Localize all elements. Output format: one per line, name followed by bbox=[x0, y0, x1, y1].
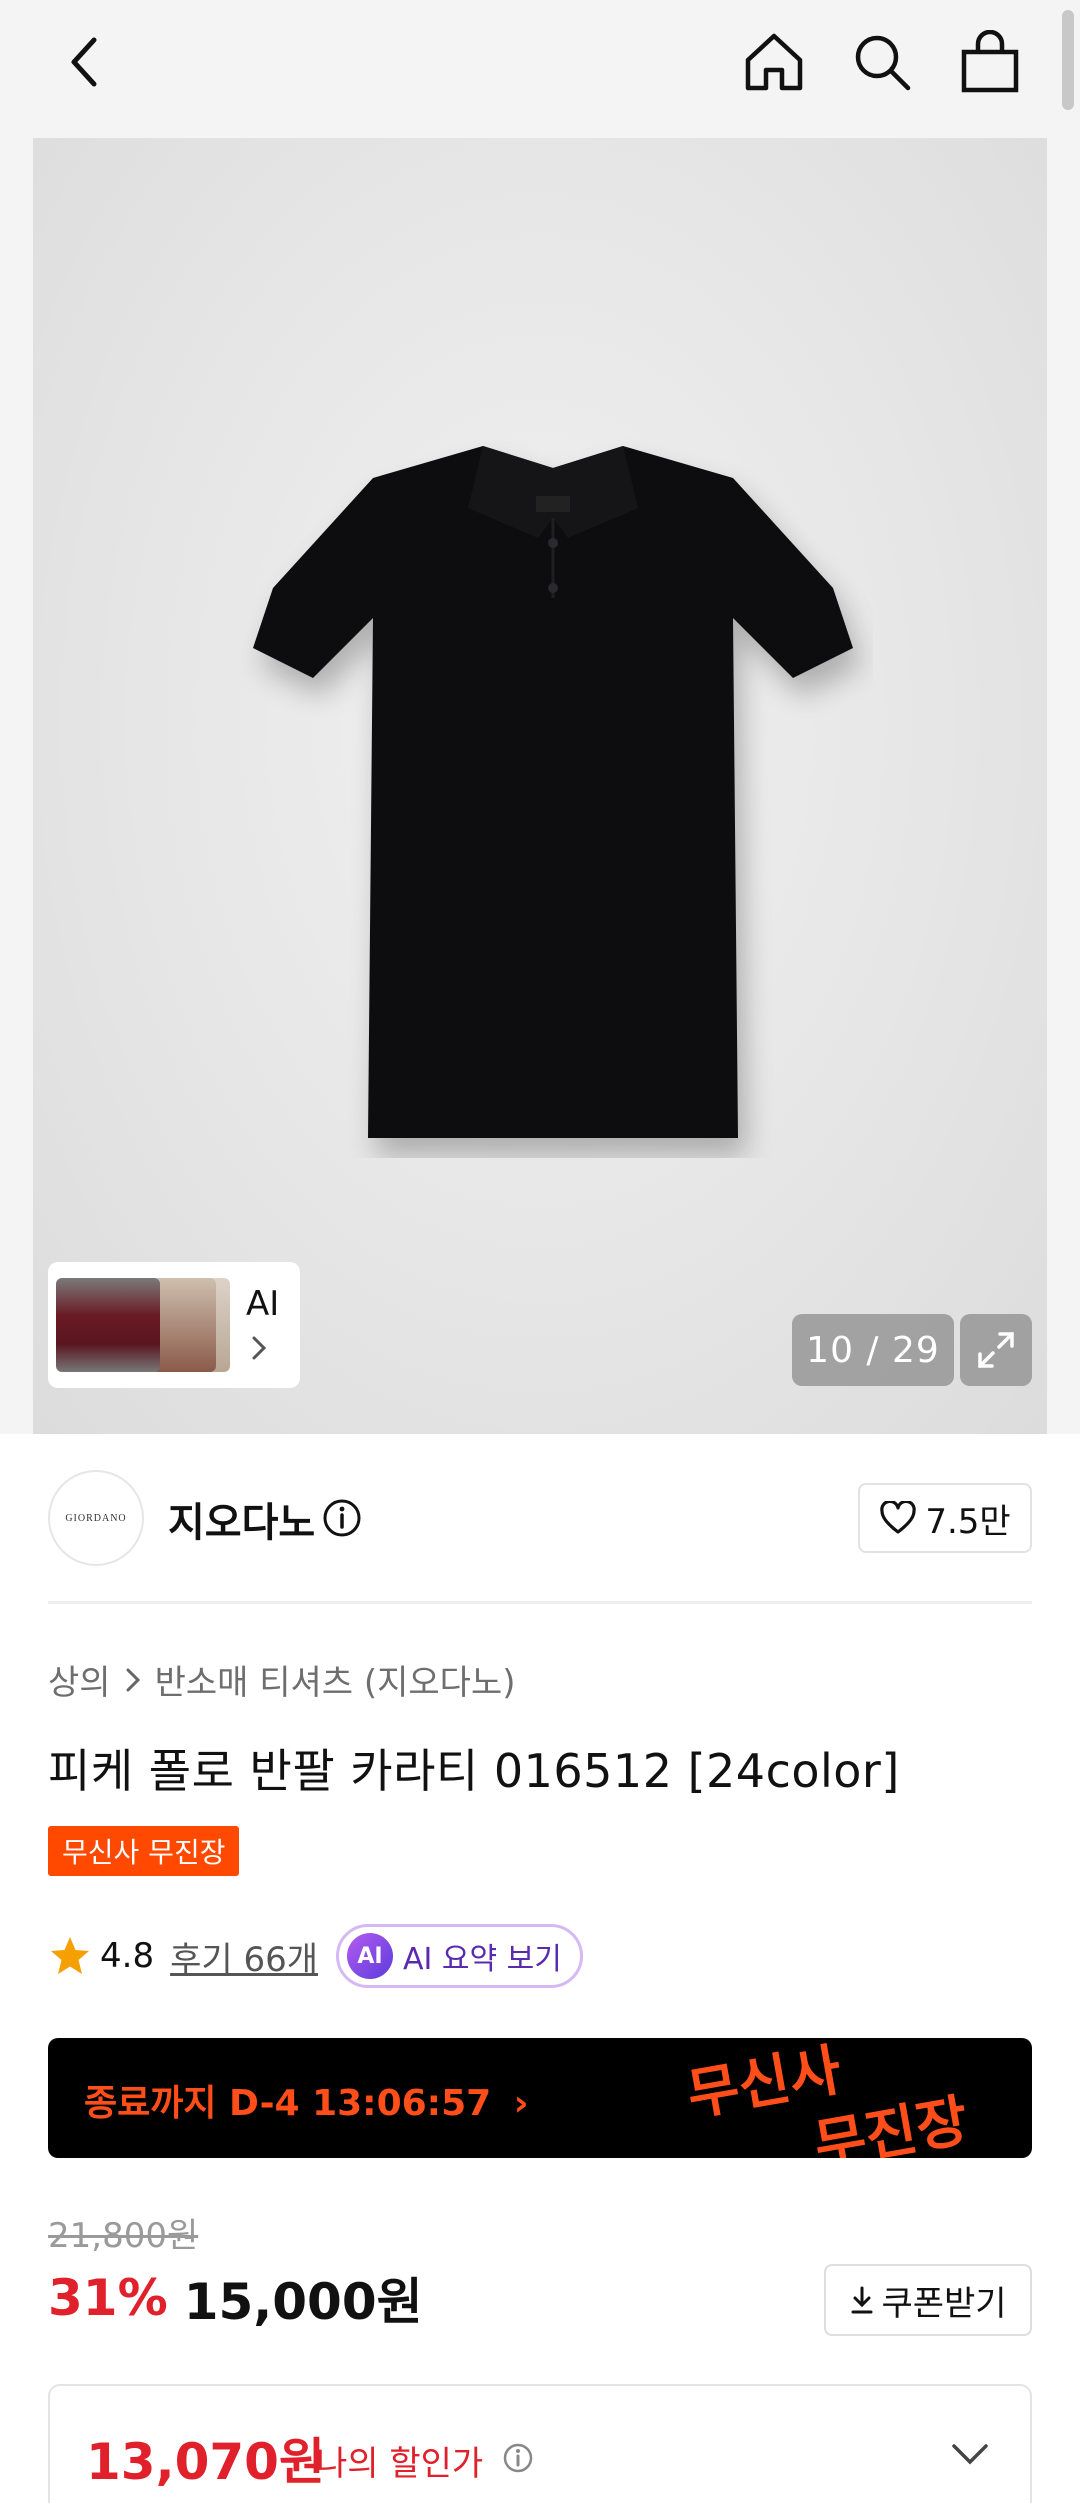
download-icon bbox=[851, 2286, 873, 2314]
brand-row: GIORDANO 지오다노 7.5만 bbox=[48, 1470, 1032, 1566]
coupon-label: 쿠폰받기 bbox=[881, 2283, 1007, 2324]
ai-thumbnail-stack bbox=[56, 1270, 236, 1380]
ai-summary-label: AI 요약 보기 bbox=[403, 1942, 562, 1977]
ai-styling-card[interactable]: AI bbox=[48, 1262, 300, 1388]
my-discount-label: 나의 할인가 bbox=[316, 2444, 484, 2484]
chevron-right-icon bbox=[126, 1668, 140, 1691]
like-count: 7.5만 bbox=[925, 1501, 1011, 1542]
product-image[interactable] bbox=[33, 138, 1047, 1434]
promo-badge: 무신사 무진장 bbox=[48, 1826, 240, 1876]
breadcrumb-subcategory[interactable]: 반소매 티셔츠 (지오다노) bbox=[155, 1655, 516, 1704]
back-chevron-icon bbox=[71, 37, 97, 87]
product-image-gallery[interactable]: AI 10 / 29 bbox=[0, 138, 1080, 1434]
thumbnail-1 bbox=[56, 1278, 160, 1372]
back-button[interactable] bbox=[46, 22, 122, 102]
fullscreen-button[interactable] bbox=[960, 1314, 1032, 1386]
chevron-right-icon bbox=[252, 1336, 267, 1360]
chevron-right-icon: › bbox=[513, 2083, 529, 2124]
brand-name[interactable]: 지오다노 bbox=[168, 1490, 315, 1548]
image-counter: 10 / 29 bbox=[792, 1314, 954, 1386]
ai-label: AI bbox=[246, 1284, 280, 1324]
star-icon bbox=[51, 1937, 89, 1974]
countdown-text: 종료까지 D-4 13:06:57 › bbox=[84, 2074, 529, 2126]
heart-icon bbox=[880, 1501, 917, 1534]
product-title: 피케 폴로 반팔 카라티 016512 [24color] bbox=[48, 1744, 900, 1798]
info-icon[interactable] bbox=[502, 2442, 534, 2474]
divider bbox=[48, 1601, 1032, 1604]
rating-value: 4.8 bbox=[100, 1936, 155, 1976]
countdown-label: 종료까지 D-4 13:06:57 bbox=[84, 2083, 492, 2124]
sale-price: 15,000원 bbox=[183, 2273, 423, 2331]
reviews-link[interactable]: 후기 66개 bbox=[170, 1932, 318, 1981]
breadcrumb-category[interactable]: 상의 bbox=[48, 1655, 111, 1704]
page-scrollbar[interactable] bbox=[1062, 10, 1074, 110]
expand-icon bbox=[978, 1332, 1014, 1368]
info-icon[interactable] bbox=[322, 1498, 362, 1538]
price-row: 31% 15,000원 bbox=[48, 2262, 423, 2334]
my-discount-panel[interactable]: 13,070원 나의 할인가 bbox=[48, 2384, 1032, 2503]
chevron-down-icon[interactable] bbox=[950, 2442, 990, 2466]
original-price: 21,800원 bbox=[48, 2216, 199, 2256]
search-icon bbox=[855, 35, 911, 91]
home-icon bbox=[745, 33, 803, 91]
home-button[interactable] bbox=[736, 22, 812, 102]
breadcrumb: 상의 반소매 티셔츠 (지오다노) bbox=[48, 1655, 516, 1704]
musinsa-mujinjang-logo: 무신사 무진장 bbox=[683, 2038, 973, 2158]
discount-rate: 31% bbox=[48, 2269, 168, 2327]
coupon-button[interactable]: 쿠폰받기 bbox=[824, 2264, 1032, 2336]
brand-logo[interactable]: GIORDANO bbox=[48, 1470, 144, 1566]
rating-row: 4.8 후기 66개 AI AI 요약 보기 bbox=[48, 1924, 583, 1988]
shopping-bag-icon bbox=[961, 30, 1019, 93]
top-navigation-bar bbox=[0, 0, 1080, 138]
ai-badge-icon: AI bbox=[347, 1933, 393, 1979]
like-button[interactable]: 7.5만 bbox=[858, 1483, 1032, 1553]
search-button[interactable] bbox=[844, 22, 920, 102]
my-discount-price: 13,070원 bbox=[86, 2433, 325, 2491]
black-polo-shirt-image bbox=[253, 446, 861, 1156]
cart-button[interactable] bbox=[952, 22, 1028, 102]
ai-summary-button[interactable]: AI AI 요약 보기 bbox=[336, 1924, 583, 1988]
countdown-banner[interactable]: 종료까지 D-4 13:06:57 › 무신사 무진장 bbox=[48, 2038, 1032, 2158]
